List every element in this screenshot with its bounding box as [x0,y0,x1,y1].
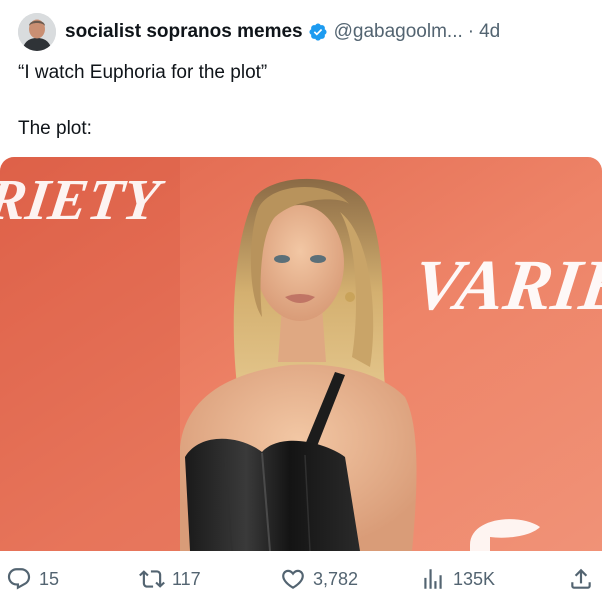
avatar[interactable] [18,13,56,51]
tweet-media-image[interactable]: RIETY VARIET [0,157,602,551]
sign-text-top: RIETY [0,167,169,232]
sign-text-right: VARIET [408,245,602,325]
tweet[interactable]: socialist sopranos memes @gabagoolm... ·… [0,0,616,600]
tweet-text-line-1: “I watch Euphoria for the plot” [18,62,268,83]
retweet-icon [139,570,165,588]
heart-icon [282,569,304,589]
reply-count: 15 [39,568,60,589]
share-icon [571,568,591,589]
like-count: 3,782 [313,568,359,589]
views-button[interactable]: 135K [420,566,495,592]
views-count: 135K [453,568,496,589]
views-icon [424,569,442,589]
author-display-name[interactable]: socialist sopranos memes [65,21,303,43]
tweet-actions-bar: 15 117 3,782 135K [0,560,616,600]
reply-button[interactable]: 15 [6,566,59,592]
share-button[interactable] [568,566,594,592]
timestamp[interactable]: 4d [479,21,500,43]
like-button[interactable]: 3,782 [280,566,358,592]
time-separator: · [467,21,475,42]
tweet-header: socialist sopranos memes @gabagoolm... ·… [18,12,500,52]
tweet-text-line-2: The plot: [18,118,92,139]
retweet-count: 117 [172,568,201,589]
reply-icon [7,568,31,590]
retweet-button[interactable]: 117 [139,566,201,592]
author-handle[interactable]: @gabagoolm... [334,21,463,43]
verified-badge-icon [309,23,327,41]
